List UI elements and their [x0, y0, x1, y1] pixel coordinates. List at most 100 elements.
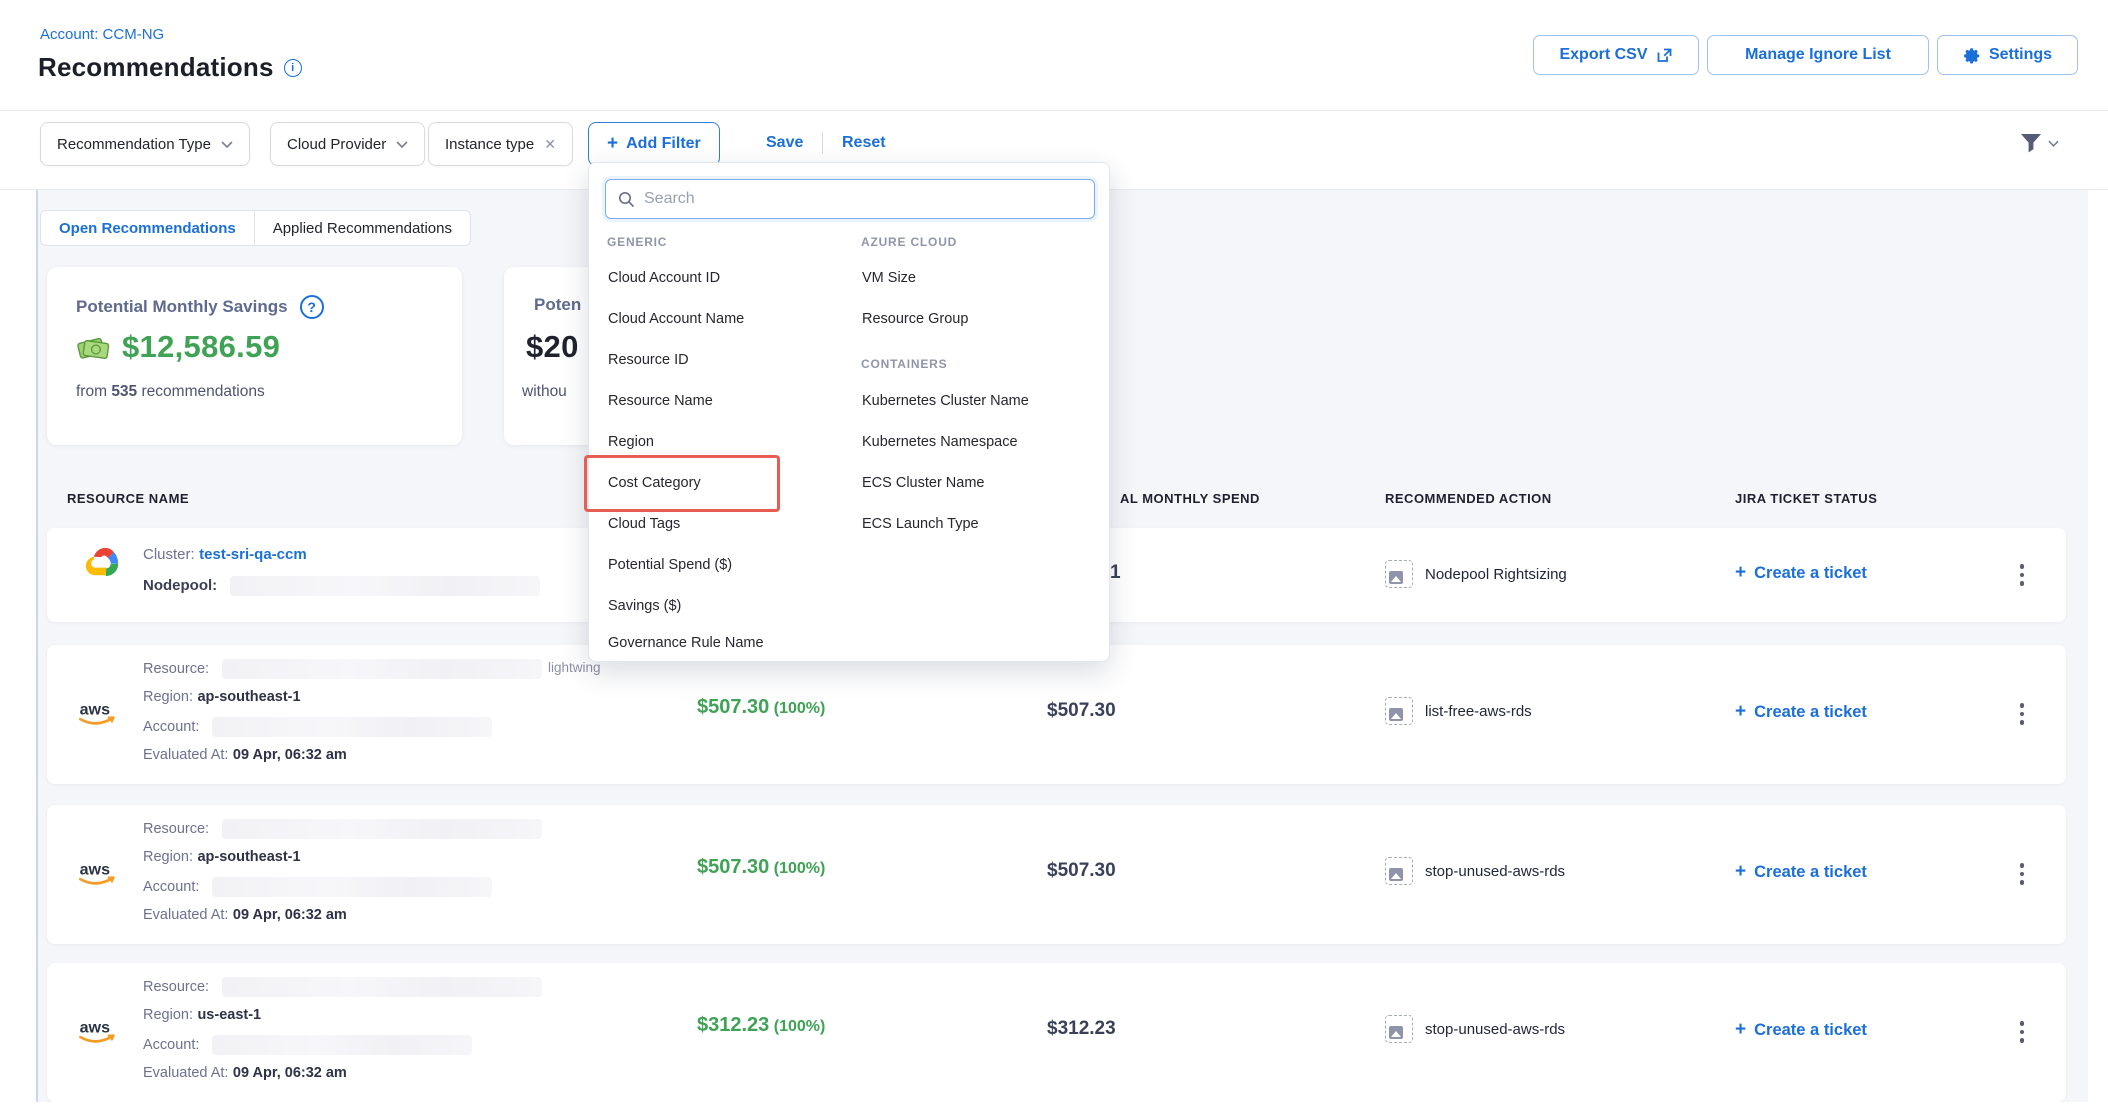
create-ticket-link[interactable]: + Create a ticket: [1735, 861, 1867, 883]
create-ticket-link[interactable]: + Create a ticket: [1735, 1019, 1867, 1041]
bottom-margin: [0, 1102, 2108, 1114]
gcp-icon: [83, 546, 123, 580]
monthly-spend-value: $312.23: [1047, 1018, 1116, 1040]
filter-option[interactable]: Governance Rule Name: [608, 635, 764, 651]
spend-card-value-partial: $20: [526, 329, 579, 365]
filter-option[interactable]: Region: [608, 434, 654, 450]
plus-icon: +: [1735, 861, 1746, 883]
plus-icon: +: [1735, 1019, 1746, 1041]
aws-icon: aws: [75, 697, 121, 729]
filter-option[interactable]: VM Size: [862, 270, 916, 286]
create-ticket-link[interactable]: + Create a ticket: [1735, 562, 1867, 584]
region-label: Region:: [143, 1007, 193, 1023]
page-title: Recommendations: [38, 52, 274, 83]
dropdown-search[interactable]: [605, 179, 1095, 219]
recommendation-action-icon: [1385, 560, 1413, 588]
header-divider: [0, 110, 2108, 111]
settings-button[interactable]: Settings: [1937, 35, 2078, 75]
column-header-jira-ticket-status: JIRA TICKET STATUS: [1735, 491, 1877, 506]
filter-option[interactable]: Cloud Account Name: [608, 311, 744, 327]
money-bills-icon: [76, 331, 112, 363]
help-icon[interactable]: ?: [300, 295, 324, 319]
save-filter-link[interactable]: Save: [766, 134, 803, 152]
table-row[interactable]: aws Resource: Region: us-east-1 Account:…: [47, 963, 2066, 1102]
filter-chip-recommendation-type[interactable]: Recommendation Type: [40, 122, 250, 166]
left-accent-line: [36, 190, 38, 1102]
info-icon[interactable]: i: [284, 59, 302, 77]
region-value: ap-southeast-1: [197, 689, 300, 705]
filter-chip-instance-type[interactable]: Instance type ✕: [428, 122, 573, 166]
aws-icon: aws: [75, 1015, 121, 1047]
recommendations-tabs: Open Recommendations Applied Recommendat…: [40, 210, 471, 246]
redacted-value: [230, 576, 540, 596]
section-heading-generic: GENERIC: [607, 235, 667, 249]
region-value: ap-southeast-1: [197, 849, 300, 865]
savings-value: $507.30: [697, 856, 769, 878]
filter-option[interactable]: Cloud Tags: [608, 516, 680, 532]
gear-icon: [1963, 46, 1981, 64]
add-filter-button[interactable]: + Add Filter: [588, 122, 720, 166]
evaluated-at-label: Evaluated At:: [143, 747, 228, 763]
row-menu-kebab[interactable]: [2011, 557, 2033, 593]
redacted-value: [212, 1035, 472, 1055]
filter-funnel-button[interactable]: [2018, 130, 2059, 156]
row-menu-kebab[interactable]: [2011, 696, 2033, 732]
filter-chip-cloud-provider[interactable]: Cloud Provider: [270, 122, 425, 166]
column-header-recommended-action: RECOMMENDED ACTION: [1385, 491, 1552, 506]
filter-option[interactable]: ECS Cluster Name: [862, 475, 984, 491]
filter-option[interactable]: Resource Group: [862, 311, 968, 327]
redacted-value: [222, 659, 542, 679]
external-link-icon: [1656, 47, 1673, 64]
search-input[interactable]: [644, 190, 1082, 208]
partial-resource-text: lightwing: [548, 660, 601, 675]
cluster-name-link[interactable]: test-sri-qa-ccm: [199, 546, 307, 563]
filter-option[interactable]: Resource Name: [608, 393, 713, 409]
row-menu-kebab[interactable]: [2011, 1014, 2033, 1050]
section-heading-azure-cloud: AZURE CLOUD: [861, 235, 957, 249]
region-label: Region:: [143, 849, 193, 865]
tab-open-recommendations[interactable]: Open Recommendations: [41, 211, 254, 245]
potential-monthly-savings-card: Potential Monthly Savings ? $12,586.59 f…: [47, 267, 462, 445]
filter-option-cost-category[interactable]: Cost Category: [608, 475, 701, 491]
spend-card-title-partial: Poten: [534, 295, 581, 315]
aws-icon: aws: [75, 857, 121, 889]
export-csv-button[interactable]: Export CSV: [1533, 35, 1699, 75]
region-value: us-east-1: [197, 1007, 261, 1023]
filter-option[interactable]: Savings ($): [608, 598, 681, 614]
manage-ignore-list-button[interactable]: Manage Ignore List: [1707, 35, 1929, 75]
add-filter-dropdown: GENERIC Cloud Account ID Cloud Account N…: [588, 162, 1110, 662]
reset-filter-link[interactable]: Reset: [842, 134, 886, 152]
filter-option[interactable]: Resource ID: [608, 352, 689, 368]
savings-value: $312.23: [697, 1014, 769, 1036]
funnel-icon: [2018, 130, 2044, 156]
recommendation-action-icon: [1385, 1015, 1413, 1043]
recommendation-action-icon: [1385, 857, 1413, 885]
spend-card-subtitle-partial: withou: [522, 383, 567, 401]
row-menu-kebab[interactable]: [2011, 856, 2033, 892]
resource-label: Resource:: [143, 979, 209, 995]
divider: [822, 132, 823, 154]
plus-icon: +: [1735, 701, 1746, 723]
account-label: Account:: [143, 719, 199, 735]
redacted-value: [212, 717, 492, 737]
create-ticket-link[interactable]: + Create a ticket: [1735, 701, 1867, 723]
tab-applied-recommendations[interactable]: Applied Recommendations: [254, 211, 470, 245]
filter-option[interactable]: Kubernetes Namespace: [862, 434, 1018, 450]
resource-label: Resource:: [143, 661, 209, 677]
close-icon[interactable]: ✕: [544, 136, 556, 153]
filter-option[interactable]: ECS Launch Type: [862, 516, 979, 532]
plus-icon: +: [607, 133, 618, 155]
evaluated-at-label: Evaluated At:: [143, 907, 228, 923]
filter-option[interactable]: Cloud Account ID: [608, 270, 720, 286]
table-row[interactable]: aws Resource: Region: ap-southeast-1 Acc…: [47, 645, 2066, 784]
svg-text:aws: aws: [80, 861, 110, 879]
filter-option[interactable]: Kubernetes Cluster Name: [862, 393, 1029, 409]
account-breadcrumb[interactable]: Account: CCM-NG: [40, 26, 164, 43]
chevron-down-icon: [2048, 140, 2059, 147]
recommendation-action-icon: [1385, 697, 1413, 725]
table-row[interactable]: aws Resource: Region: ap-southeast-1 Acc…: [47, 805, 2066, 944]
recommended-action-label: stop-unused-aws-rds: [1425, 1021, 1565, 1038]
recommended-action-label: list-free-aws-rds: [1425, 703, 1532, 720]
filter-option[interactable]: Potential Spend ($): [608, 557, 732, 573]
svg-text:aws: aws: [80, 701, 110, 719]
